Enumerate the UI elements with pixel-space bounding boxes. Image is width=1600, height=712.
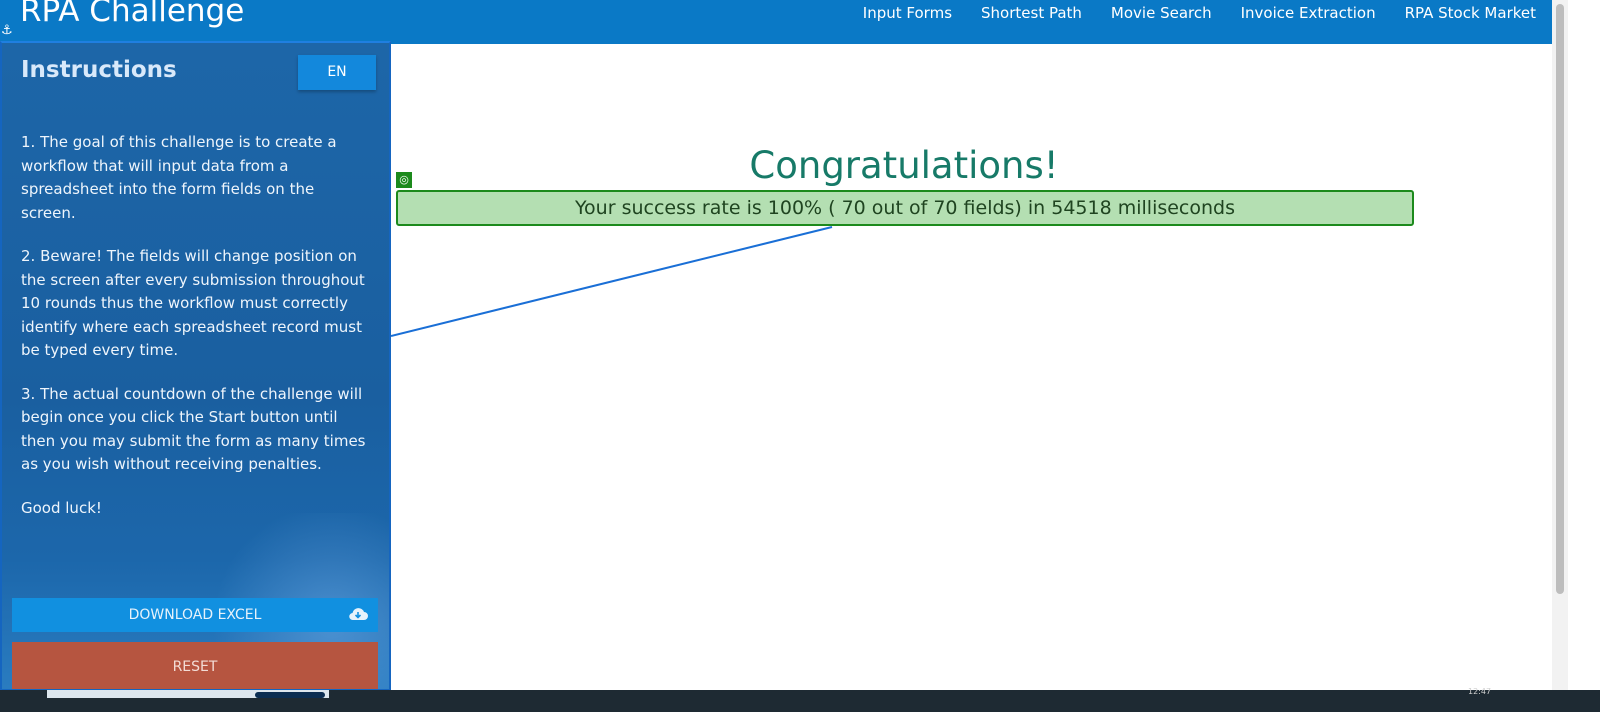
main-content: Congratulations! ◎ Your success rate is … (391, 44, 1552, 690)
instructions-title: Instructions (21, 57, 177, 83)
top-navbar: RPA Challenge Input Forms Shortest Path … (0, 0, 1552, 44)
scrollbar-thumb[interactable] (1556, 4, 1564, 594)
language-button[interactable]: EN (298, 55, 376, 90)
vertical-scrollbar[interactable] (1552, 0, 1568, 690)
instruction-paragraph-3: 3. The actual countdown of the challenge… (21, 384, 366, 474)
instruction-paragraph-2: 2. Beware! The fields will change positi… (21, 247, 365, 359)
instruction-paragraph-1: 1. The goal of this challenge is to crea… (21, 133, 337, 222)
instructions-text: 1. The goal of this challenge is to crea… (21, 131, 373, 540)
download-excel-label: DOWNLOAD EXCEL (128, 607, 262, 623)
brand-title[interactable]: RPA Challenge (20, 0, 244, 29)
nav-links: Input Forms Shortest Path Movie Search I… (863, 4, 1536, 22)
anchor-icon: ⚓ (1, 23, 13, 38)
instructions-sidebar: Instructions EN 1. The goal of this chal… (0, 41, 391, 691)
nav-movie-search[interactable]: Movie Search (1111, 4, 1212, 22)
nav-input-forms[interactable]: Input Forms (863, 4, 952, 22)
good-luck-text: Good luck! (21, 498, 102, 517)
taskbar-clock: 12:47 (1468, 687, 1492, 696)
reset-button[interactable]: RESET (12, 642, 378, 689)
taskbar-window-highlight[interactable] (255, 692, 325, 698)
nav-shortest-path[interactable]: Shortest Path (981, 4, 1082, 22)
cloud-download-icon (349, 608, 368, 621)
connector-line (391, 226, 833, 337)
taskbar: 12:47 (0, 687, 1600, 712)
nav-invoice-extraction[interactable]: Invoice Extraction (1241, 4, 1376, 22)
download-excel-button[interactable]: DOWNLOAD EXCEL (12, 598, 378, 632)
nav-rpa-stock-market[interactable]: RPA Stock Market (1405, 4, 1536, 22)
